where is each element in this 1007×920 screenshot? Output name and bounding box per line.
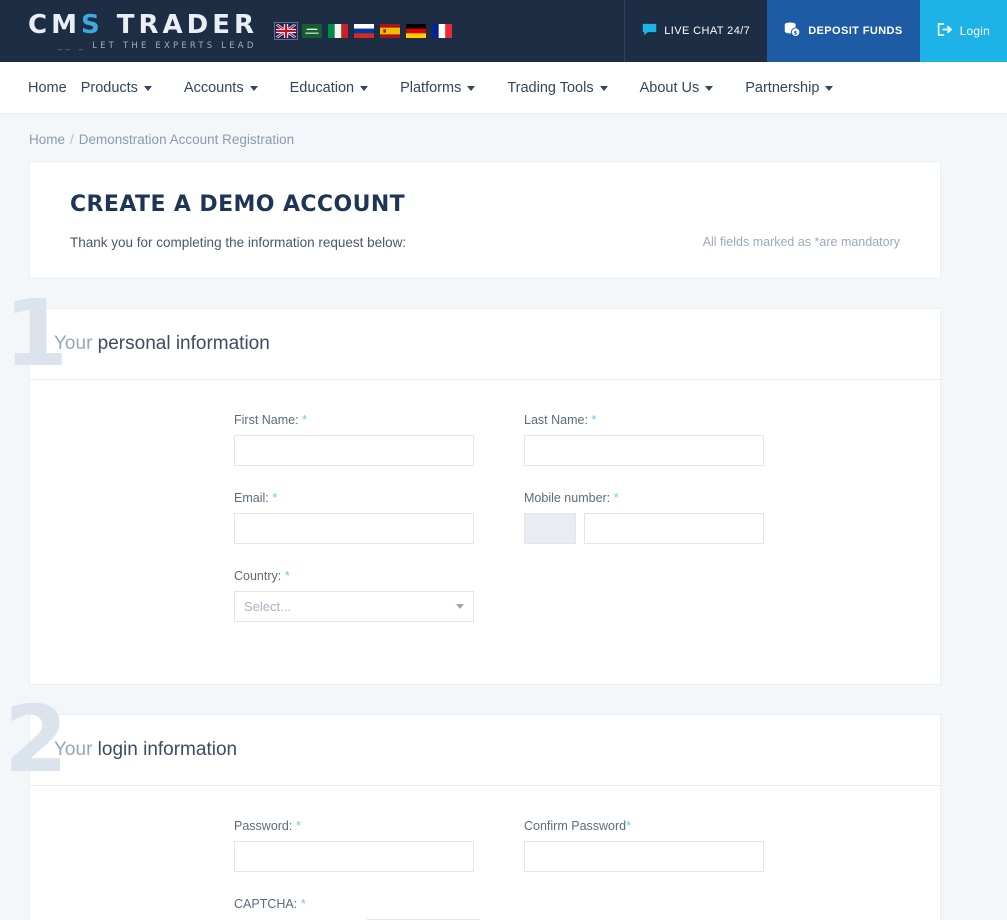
intro-subtitle: Thank you for completing the information… (70, 235, 407, 250)
mobile-number-label: Mobile number: * (524, 490, 619, 505)
deposit-funds-button[interactable]: $ DEPOSIT FUNDS (767, 0, 920, 62)
captcha-label: CAPTCHA: * (234, 896, 306, 911)
chevron-down-icon (467, 86, 476, 91)
login-label: Login (959, 24, 990, 38)
section-1-card: 1 Your personal information First Name: … (4, 288, 941, 685)
section-2-body: Password: * Confirm Password* CAPTCHA: * (30, 786, 940, 920)
page-title: CREATE A DEMO ACCOUNT (70, 192, 406, 217)
english-flag[interactable] (274, 22, 298, 40)
top-header-bar: CMS TRADER __ _ LET THE EXPERTS LEAD LIV… (0, 0, 1007, 62)
section-2-card: 2 Your login information Password: * Con… (4, 694, 941, 920)
chevron-down-icon (705, 86, 714, 91)
mobile-number-group: Mobile number: * (524, 490, 764, 544)
spanish-flag[interactable] (380, 24, 400, 38)
nav-item-accounts[interactable]: Accounts (184, 80, 278, 96)
password-label: Password: * (234, 818, 301, 833)
email-label: Email: * (234, 490, 278, 505)
breadcrumb-home-link[interactable]: Home (29, 132, 65, 147)
required-asterisk: * (284, 568, 290, 583)
captcha-group: CAPTCHA: * 24785 (234, 896, 480, 920)
section-1-title: Your personal information (54, 333, 270, 354)
first-name-input[interactable] (234, 435, 474, 466)
chevron-down-icon (143, 86, 152, 91)
section-login-information: 2 Your login information Password: * Con… (4, 694, 1007, 920)
main-navigation: Home Products Accounts Education Platfor… (0, 62, 1007, 114)
nav-label: Products (80, 79, 138, 96)
coins-icon: $ (784, 22, 801, 40)
first-name-label: First Name: * (234, 412, 308, 427)
section-2-title: Your login information (54, 739, 238, 760)
required-asterisk: * (591, 412, 597, 427)
breadcrumb-separator: / (70, 132, 74, 147)
nav-label: Trading Tools (507, 79, 594, 96)
logo-tagline: __ _ LET THE EXPERTS LEAD (58, 40, 257, 51)
section-personal-information: 1 Your personal information First Name: … (4, 288, 1007, 685)
country-select-value: Select... (244, 599, 291, 614)
italian-flag[interactable] (328, 24, 348, 38)
svg-text:$: $ (794, 31, 798, 37)
live-chat-label: LIVE CHAT 24/7 (664, 25, 751, 37)
chevron-down-icon (360, 86, 369, 91)
chat-bubble-icon (642, 23, 657, 39)
chevron-down-icon (599, 86, 608, 91)
breadcrumb-current: Demonstration Account Registration (78, 132, 295, 147)
german-flag[interactable] (406, 24, 426, 38)
mobile-number-input[interactable] (584, 513, 764, 544)
password-group: Password: * (234, 818, 499, 872)
nav-item-trading-tools[interactable]: Trading Tools (507, 80, 627, 96)
french-flag[interactable] (432, 24, 452, 38)
nav-item-partnership[interactable]: Partnership (745, 80, 853, 96)
confirm-password-label: Confirm Password* (524, 818, 632, 833)
mobile-country-prefix[interactable] (524, 513, 576, 544)
intro-card: CREATE A DEMO ACCOUNT Thank you for comp… (29, 161, 941, 279)
nav-label: Partnership (745, 79, 820, 96)
last-name-group: Last Name: * (524, 412, 764, 466)
password-input[interactable] (234, 841, 474, 872)
confirm-password-input[interactable] (524, 841, 764, 872)
logo-wordmark: CMS TRADER (28, 9, 258, 40)
required-asterisk: * (302, 412, 308, 427)
last-name-label: Last Name: * (524, 412, 597, 427)
country-label: Country: * (234, 568, 290, 583)
nav-item-platforms[interactable]: Platforms (400, 80, 495, 96)
email-input[interactable] (234, 513, 474, 544)
deposit-funds-label: DEPOSIT FUNDS (808, 25, 903, 37)
section-2-header: 2 Your login information (4, 694, 940, 786)
chevron-down-icon (249, 86, 258, 91)
required-asterisk: * (272, 490, 278, 505)
russian-flag[interactable] (354, 24, 374, 38)
mandatory-fields-note: All fields marked as *are mandatory (702, 235, 900, 249)
section-1-body: First Name: * Last Name: * Email: * Mobi… (30, 380, 940, 684)
required-asterisk: * (613, 490, 619, 505)
nav-item-education[interactable]: Education (290, 80, 389, 96)
login-button[interactable]: Login (919, 0, 1007, 62)
section-1-header: 1 Your personal information (4, 288, 940, 380)
required-asterisk: * (295, 818, 301, 833)
breadcrumb: Home / Demonstration Account Registration (0, 114, 1007, 161)
brand-logo[interactable]: CMS TRADER __ _ LET THE EXPERTS LEAD (0, 0, 258, 62)
country-select[interactable]: Select... (234, 591, 474, 622)
last-name-input[interactable] (524, 435, 764, 466)
confirm-password-group: Confirm Password* (524, 818, 764, 872)
live-chat-button[interactable]: LIVE CHAT 24/7 (624, 0, 768, 62)
email-group: Email: * (234, 490, 499, 544)
nav-item-home[interactable]: Home (28, 80, 67, 96)
nav-label: Home (28, 79, 67, 96)
nav-item-about-us[interactable]: About Us (640, 80, 734, 96)
nav-label: About Us (639, 79, 700, 96)
nav-item-products[interactable]: Products (81, 80, 172, 96)
country-group: Country: * Select... (234, 568, 499, 622)
first-name-group: First Name: * (234, 412, 499, 466)
arabic-flag[interactable] (302, 24, 322, 38)
nav-label: Education (289, 79, 355, 96)
nav-label: Platforms (400, 79, 462, 96)
nav-label: Accounts (183, 79, 244, 96)
required-asterisk: * (626, 818, 632, 833)
chevron-down-icon (456, 604, 464, 609)
login-arrow-icon (937, 22, 953, 40)
chevron-down-icon (825, 86, 834, 91)
language-selector[interactable] (274, 0, 452, 62)
required-asterisk: * (300, 896, 306, 911)
